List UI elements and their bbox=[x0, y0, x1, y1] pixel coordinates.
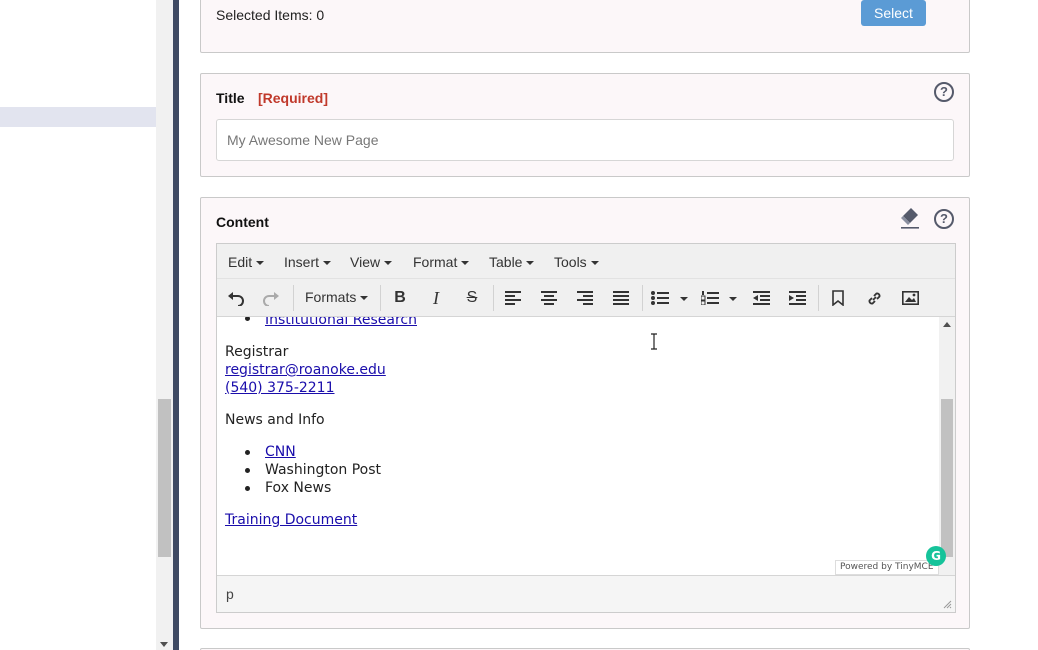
align-left-icon[interactable] bbox=[501, 286, 525, 310]
formats-dropdown[interactable]: Formats bbox=[305, 289, 369, 305]
list-bullet bbox=[245, 486, 250, 491]
toolbar-separator bbox=[493, 285, 494, 311]
scroll-up-arrow-icon[interactable] bbox=[943, 322, 951, 327]
editor-content-area[interactable]: Institutional Research Registrar registr… bbox=[217, 317, 955, 575]
editor-statusbar: p bbox=[217, 575, 955, 612]
list-bullet bbox=[245, 468, 250, 473]
chevron-down-icon[interactable] bbox=[680, 297, 688, 301]
image-icon[interactable] bbox=[898, 286, 922, 310]
powered-by-tinymce[interactable]: Powered by TinyMCE bbox=[835, 560, 939, 575]
chevron-down-icon bbox=[384, 261, 393, 266]
page: Selected Items: 0 Select Title [Required… bbox=[0, 0, 1038, 650]
selected-items-count: Selected Items: 0 bbox=[216, 7, 325, 23]
main-content: Selected Items: 0 Select Title [Required… bbox=[179, 0, 1038, 650]
list-bullet bbox=[245, 317, 250, 321]
resize-handle-icon[interactable] bbox=[942, 599, 952, 609]
scroll-down-arrow-icon[interactable] bbox=[160, 642, 168, 647]
bookmark-icon[interactable] bbox=[826, 286, 850, 310]
link-icon[interactable] bbox=[862, 286, 886, 310]
title-input[interactable] bbox=[216, 119, 954, 161]
list-item: Fox News bbox=[265, 480, 332, 496]
list-bullet bbox=[245, 450, 250, 455]
institutional-research-link[interactable]: Institutional Research bbox=[265, 317, 417, 328]
chevron-down-icon bbox=[323, 261, 332, 266]
menu-format-label: Format bbox=[413, 254, 458, 270]
sidebar-scrollbar[interactable] bbox=[156, 0, 173, 650]
grammarly-icon[interactable]: G bbox=[926, 546, 946, 566]
menu-insert-label: Insert bbox=[284, 254, 320, 270]
registrar-email-link[interactable]: registrar@roanoke.edu bbox=[225, 362, 386, 378]
bold-icon[interactable]: B bbox=[388, 286, 412, 310]
training-document-link[interactable]: Training Document bbox=[225, 512, 357, 528]
editor-scrollbar-thumb[interactable] bbox=[941, 399, 953, 557]
menu-edit-label: Edit bbox=[228, 254, 253, 270]
eraser-icon[interactable] bbox=[900, 207, 920, 229]
menu-table-label: Table bbox=[489, 254, 523, 270]
bullet-list-icon[interactable] bbox=[648, 286, 672, 310]
chevron-down-icon bbox=[526, 261, 535, 266]
menu-tools-label: Tools bbox=[554, 254, 587, 270]
formats-label: Formats bbox=[305, 289, 357, 305]
indent-icon[interactable] bbox=[785, 286, 809, 310]
sidebar-scrollbar-thumb[interactable] bbox=[158, 399, 171, 557]
editor-scrollbar[interactable] bbox=[939, 317, 955, 575]
left-sidebar bbox=[0, 0, 156, 650]
chevron-down-icon bbox=[360, 296, 369, 301]
chevron-down-icon bbox=[256, 261, 265, 266]
cnn-link[interactable]: CNN bbox=[265, 444, 296, 460]
title-panel: Title [Required] ? bbox=[200, 73, 970, 177]
menu-format[interactable]: Format bbox=[413, 254, 470, 270]
align-center-icon[interactable] bbox=[537, 286, 561, 310]
question-circle-icon[interactable]: ? bbox=[934, 82, 954, 102]
toolbar-separator bbox=[642, 285, 643, 311]
registrar-phone-link[interactable]: (540) 375-2211 bbox=[225, 380, 335, 396]
italic-icon[interactable]: I bbox=[424, 286, 448, 310]
select-button[interactable]: Select bbox=[861, 0, 926, 26]
registrar-heading: Registrar bbox=[225, 344, 289, 360]
toolbar-separator bbox=[380, 285, 381, 311]
align-justify-icon[interactable] bbox=[609, 286, 633, 310]
menu-table[interactable]: Table bbox=[489, 254, 535, 270]
text-cursor-icon bbox=[651, 333, 657, 350]
list-item: Washington Post bbox=[265, 462, 382, 478]
numbered-list-icon[interactable] bbox=[698, 286, 722, 310]
redo-icon[interactable] bbox=[259, 286, 283, 310]
toolbar-separator bbox=[293, 285, 294, 311]
editor-toolbar: Formats B I S bbox=[217, 279, 955, 317]
toolbar-separator bbox=[818, 285, 819, 311]
select-panel: Selected Items: 0 Select bbox=[200, 0, 970, 53]
editor-menubar: Edit Insert View Format Table Tools bbox=[217, 244, 955, 279]
undo-icon[interactable] bbox=[224, 286, 248, 310]
content-panel: Content ? Edit Insert View Format Table … bbox=[200, 197, 970, 629]
align-right-icon[interactable] bbox=[573, 286, 597, 310]
news-heading: News and Info bbox=[225, 412, 325, 428]
rich-text-editor: Edit Insert View Format Table Tools Form… bbox=[216, 243, 956, 613]
menu-view-label: View bbox=[350, 254, 381, 270]
outdent-icon[interactable] bbox=[749, 286, 773, 310]
required-badge: [Required] bbox=[258, 90, 328, 106]
sidebar-selected-item[interactable] bbox=[0, 107, 156, 127]
chevron-down-icon[interactable] bbox=[729, 297, 737, 301]
menu-view[interactable]: View bbox=[350, 254, 393, 270]
element-path[interactable]: p bbox=[226, 586, 234, 602]
content-label: Content bbox=[216, 214, 269, 230]
question-circle-icon[interactable]: ? bbox=[934, 209, 954, 229]
menu-tools[interactable]: Tools bbox=[554, 254, 599, 270]
menu-edit[interactable]: Edit bbox=[228, 254, 265, 270]
chevron-down-icon bbox=[461, 261, 470, 266]
title-label: Title bbox=[216, 90, 245, 106]
chevron-down-icon bbox=[590, 261, 599, 266]
menu-insert[interactable]: Insert bbox=[284, 254, 332, 270]
strikethrough-icon[interactable]: S bbox=[460, 286, 484, 310]
